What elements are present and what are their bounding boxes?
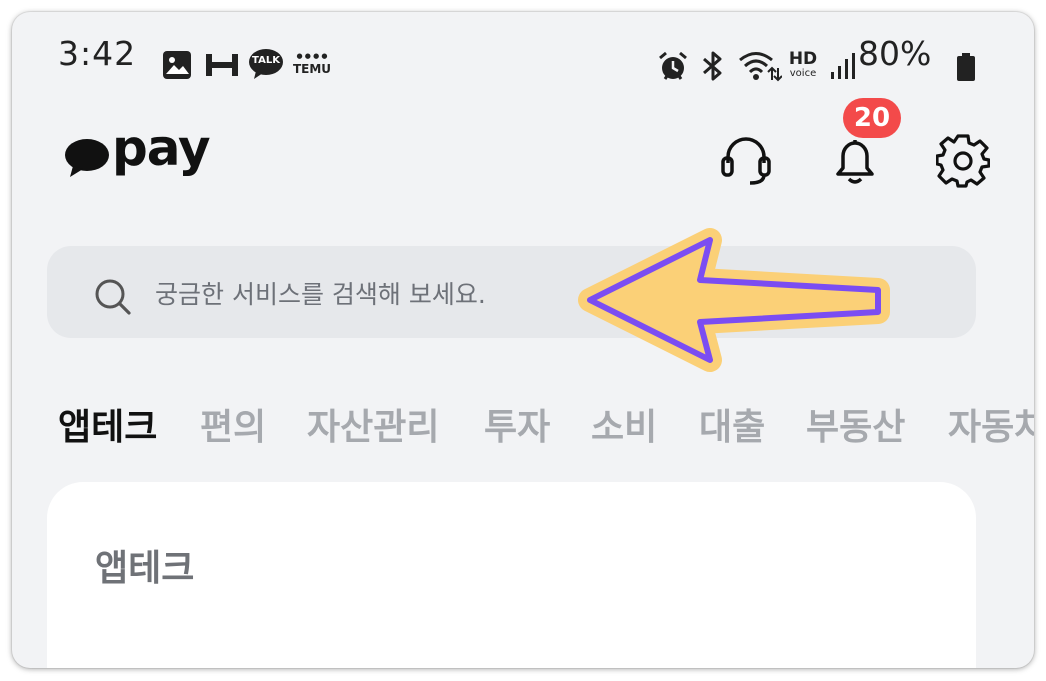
- kakao-bubble-logo-icon: [65, 139, 109, 177]
- kakaotalk-label: TALK: [252, 55, 280, 66]
- voice-label: voice: [789, 68, 817, 79]
- tab-convenience[interactable]: 편의: [200, 404, 266, 452]
- tab-spending[interactable]: 소비: [591, 404, 657, 452]
- hyundai-card-icon: [206, 54, 238, 76]
- signal-icon: [831, 53, 855, 79]
- hd-label: HD: [788, 49, 818, 69]
- kakaotalk-icon: TALK: [248, 48, 284, 79]
- app-logo-text: pay: [112, 119, 211, 177]
- temu-glyph-row: ● ● ● ●: [296, 52, 328, 60]
- tab-loan[interactable]: 대출: [699, 404, 765, 452]
- temu-label: TEMU: [292, 62, 332, 76]
- battery-icon: [957, 53, 975, 81]
- tab-apptech[interactable]: 앱테크: [58, 404, 157, 452]
- settings-gear-icon[interactable]: [936, 134, 990, 188]
- tab-asset-management[interactable]: 자산관리: [307, 404, 439, 452]
- tab-real-estate[interactable]: 부동산: [806, 404, 905, 452]
- search-icon: [95, 279, 131, 315]
- annotation-arrow-icon: [578, 228, 890, 372]
- wifi-icon: [739, 52, 782, 82]
- tab-investment[interactable]: 투자: [484, 404, 550, 452]
- bluetooth-icon: [703, 51, 722, 81]
- tab-car[interactable]: 자동차: [948, 404, 1034, 452]
- notification-bell-icon[interactable]: [830, 132, 880, 188]
- section-title: 앱테크: [95, 548, 195, 589]
- customer-support-headset-icon[interactable]: [718, 133, 774, 187]
- alarm-icon: [659, 51, 687, 80]
- battery-percent: 80%: [858, 34, 932, 73]
- status-time: 3:42: [58, 34, 137, 73]
- gallery-icon: [163, 51, 191, 79]
- hd-voice-indicator: HD voice: [786, 50, 820, 80]
- screen-content: 3:42 TALK ● ● ● ● TEMU HD voice 80% pay …: [12, 12, 1034, 668]
- search-input[interactable]: 궁금한 서비스를 검색해 보세요.: [155, 277, 486, 313]
- temu-icon: ● ● ● ● TEMU: [292, 52, 332, 78]
- notification-count-badge: 20: [843, 98, 901, 138]
